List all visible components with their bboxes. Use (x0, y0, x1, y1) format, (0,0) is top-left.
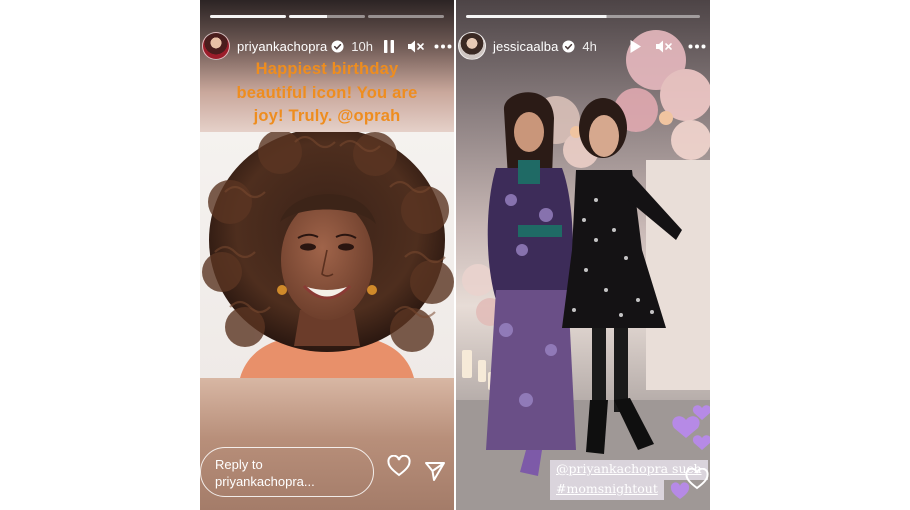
story-photo-event (456, 0, 710, 510)
story-progress-bar (210, 15, 444, 18)
reply-input[interactable]: Reply to priyankachopra... (200, 447, 374, 497)
play-button[interactable] (624, 31, 646, 61)
progress-segment-2 (289, 15, 365, 18)
portrait-illustration (202, 132, 454, 378)
story-photo-portrait (200, 132, 454, 378)
pause-button[interactable] (378, 31, 400, 61)
avatar[interactable] (202, 32, 230, 60)
verified-badge-icon (562, 39, 575, 53)
event-photo-illustration (456, 30, 710, 510)
post-time: 4h (582, 38, 597, 54)
like-button[interactable] (684, 466, 710, 492)
story-jessicaalba[interactable]: jessicaalba 4h @priyankachopra such #mom… (456, 0, 710, 510)
hashtag-sticker[interactable]: #momsnightout (550, 480, 664, 500)
username[interactable]: jessicaalba (493, 39, 558, 54)
story-caption: Happiest birthday beautiful icon! You ar… (200, 58, 454, 132)
post-time: 10h (351, 38, 373, 54)
progress-segment-1 (210, 15, 286, 18)
send-icon (425, 462, 445, 481)
mute-icon (408, 40, 424, 52)
story-header: priyankachopra 10h (202, 31, 452, 61)
mute-icon (656, 40, 672, 52)
more-icon (434, 44, 452, 48)
share-button[interactable] (422, 458, 448, 484)
screenshot-canvas: priyankachopra 10h Happiest birthday bea… (0, 0, 910, 510)
progress-segment-3 (368, 15, 444, 18)
reply-placeholder-line-1: Reply to (215, 457, 263, 472)
caption-line-3: joy! Truly. @oprah (253, 107, 401, 125)
story-progress-bar (466, 15, 700, 18)
progress-segment-1 (466, 15, 700, 18)
caption-line-2: beautiful icon! You are (236, 83, 418, 102)
more-options-button[interactable] (432, 31, 454, 61)
avatar[interactable] (458, 32, 486, 60)
play-icon (630, 39, 641, 53)
mute-button[interactable] (405, 31, 427, 61)
reply-placeholder-line-2: priyankachopra... (215, 474, 315, 489)
heart-icon (685, 468, 709, 490)
caption-line-1: Happiest birthday (255, 60, 399, 78)
like-button[interactable] (386, 453, 412, 479)
mute-button[interactable] (653, 31, 675, 61)
story-header: jessicaalba 4h (458, 31, 708, 61)
pause-icon (384, 39, 394, 53)
username[interactable]: priyankachopra (237, 39, 327, 54)
more-icon (688, 44, 706, 48)
heart-icon (387, 455, 411, 477)
verified-badge-icon (331, 39, 344, 53)
story-priyankachopra[interactable]: priyankachopra 10h Happiest birthday bea… (200, 0, 454, 510)
more-options-button[interactable] (686, 31, 708, 61)
